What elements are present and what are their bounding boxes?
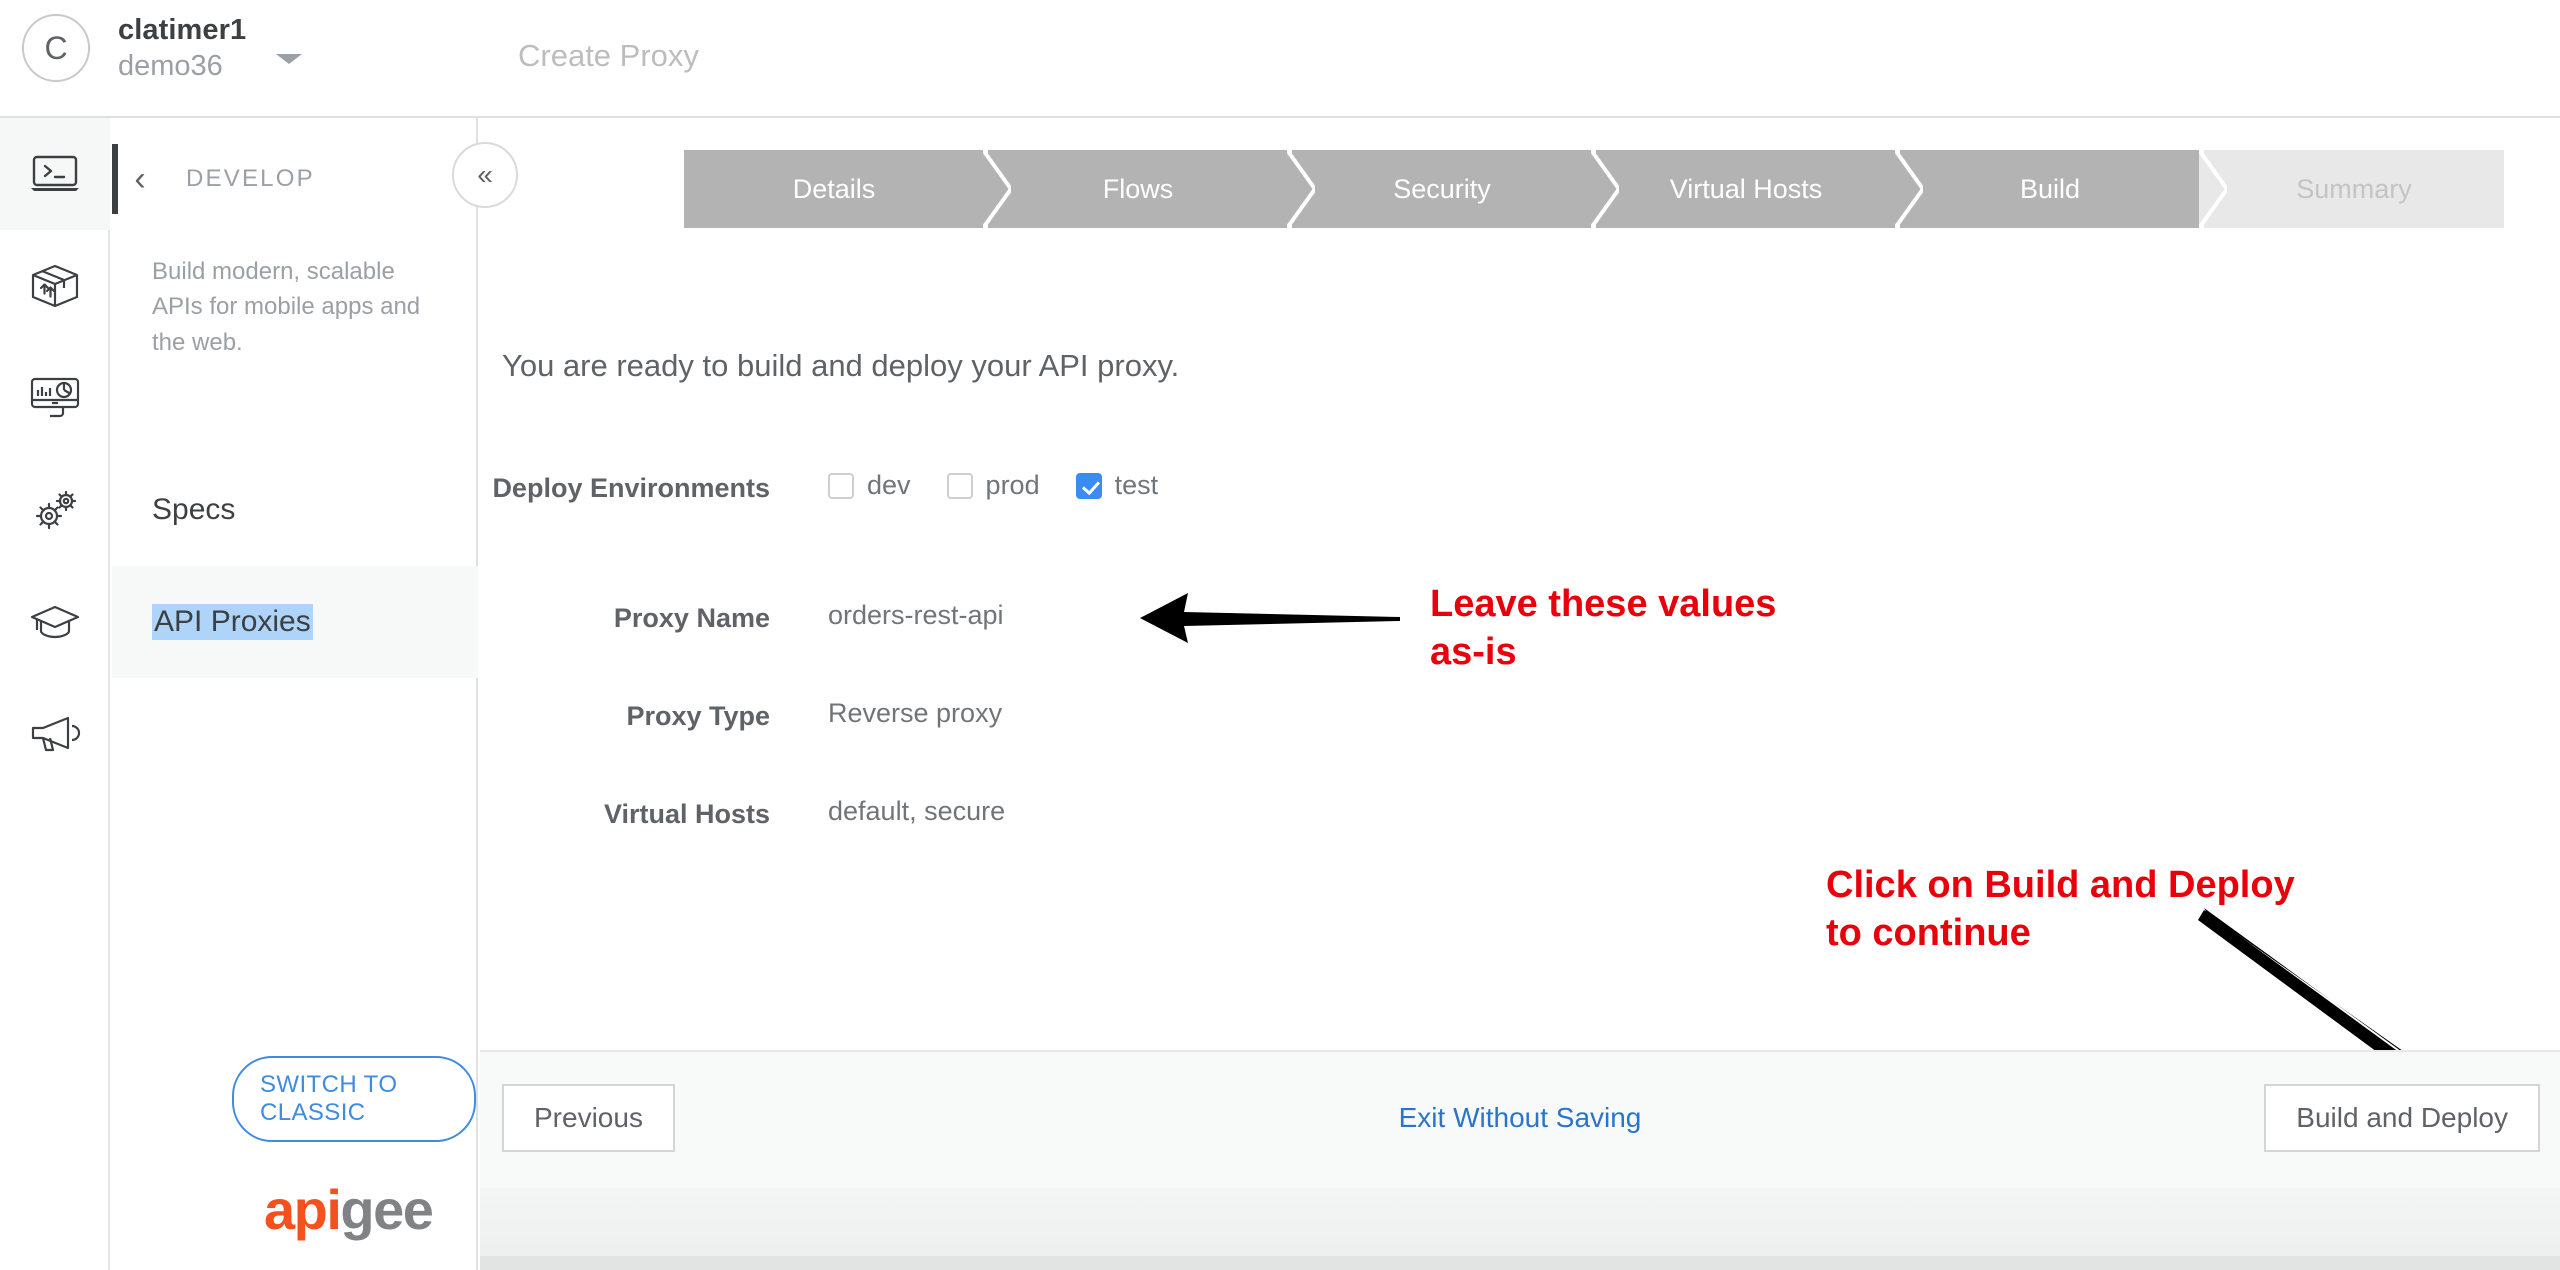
rail-item-announcements[interactable] — [0, 678, 110, 790]
username-label: clatimer1 — [118, 14, 247, 47]
rail-item-learn[interactable] — [0, 566, 110, 678]
wizard-step-label: Flows — [1102, 173, 1174, 204]
collapse-panel-button[interactable]: « — [452, 142, 518, 208]
wizard-step-label: Details — [792, 173, 876, 204]
field-label: Proxy Type — [626, 701, 770, 731]
build-and-deploy-button[interactable]: Build and Deploy — [2264, 1084, 2540, 1152]
annotation-note-1: Leave these values as-is — [1430, 580, 1776, 677]
gears-icon — [28, 486, 82, 534]
annotation-arrow-left — [1140, 593, 1400, 643]
rail-item-console[interactable] — [0, 118, 110, 230]
wizard-steps: Details Flows Security Virtual Hosts Bui… — [684, 150, 2504, 228]
field-deploy-environments: Deploy Environments dev prod test — [480, 470, 1194, 506]
checkbox-test[interactable]: test — [1075, 470, 1159, 501]
wizard-step-flows[interactable]: Flows — [988, 150, 1315, 228]
field-label: Virtual Hosts — [603, 799, 770, 829]
megaphone-icon — [28, 712, 82, 756]
field-virtual-hosts: Virtual Hosts default, secure — [480, 796, 1005, 832]
annotation-line: as-is — [1430, 631, 1517, 674]
avatar: C — [22, 14, 90, 82]
rail-item-analyze[interactable] — [0, 342, 110, 454]
checkbox-prod[interactable]: prod — [946, 470, 1040, 501]
chevron-down-icon[interactable] — [276, 54, 303, 64]
wizard-step-build[interactable]: Build — [1900, 150, 2227, 228]
avatar-initial: C — [44, 29, 68, 66]
icon-rail — [0, 118, 110, 1270]
chevron-left-icon[interactable]: ‹ — [112, 162, 168, 196]
checkbox-dev[interactable]: dev — [828, 470, 911, 501]
build-and-deploy-label: Build and Deploy — [2296, 1102, 2508, 1133]
top-bar: C clatimer1 demo36 Create Proxy — [0, 0, 2560, 118]
wizard-step-virtual-hosts[interactable]: Virtual Hosts — [1596, 150, 1923, 228]
double-chevron-left-icon: « — [477, 159, 493, 190]
annotation-line: Leave these values — [1430, 583, 1777, 625]
wizard-step-label: Build — [2019, 173, 2081, 204]
wizard-step-label: Summary — [2296, 173, 2412, 204]
org-text: clatimer1 demo36 — [118, 14, 246, 82]
checkbox-checked-icon — [1075, 472, 1102, 499]
switch-to-classic-label: SWITCH TO CLASSIC — [260, 1071, 398, 1126]
org-name-label: demo36 — [118, 49, 223, 82]
develop-description: Build modern, scalable APIs for mobile a… — [152, 258, 421, 356]
field-proxy-type: Proxy Type Reverse proxy — [480, 698, 1002, 734]
main-content: Details Flows Security Virtual Hosts Bui… — [480, 118, 2560, 1270]
sidebar-item-api-proxies[interactable]: API Proxies — [112, 566, 478, 678]
exit-link-label: Exit Without Saving — [1398, 1102, 1642, 1133]
develop-title: DEVELOP — [186, 165, 315, 192]
switch-to-classic-button[interactable]: SWITCH TO CLASSIC — [232, 1056, 476, 1142]
exit-without-saving-link[interactable]: Exit Without Saving — [1399, 1102, 1642, 1134]
rail-item-publish[interactable] — [0, 230, 110, 342]
field-value: orders-rest-api — [828, 600, 1004, 630]
rail-item-admin[interactable] — [0, 454, 110, 566]
field-value: default, secure — [828, 796, 1006, 826]
checkbox-box-icon — [946, 472, 973, 499]
apigee-logo-part1: api — [264, 1178, 342, 1241]
sidebar-item-specs[interactable]: Specs — [112, 454, 478, 566]
org-switcher[interactable]: C clatimer1 demo36 — [22, 14, 303, 82]
previous-button-label: Previous — [534, 1102, 643, 1133]
apigee-logo: apigee — [264, 1177, 434, 1242]
graduation-cap-icon — [28, 602, 82, 642]
field-label: Deploy Environments — [492, 473, 770, 503]
console-icon — [29, 154, 81, 194]
checkbox-box-icon — [828, 472, 854, 499]
wizard-step-details[interactable]: Details — [684, 150, 1011, 228]
package-icon — [29, 262, 81, 310]
checkbox-label: dev — [867, 470, 911, 500]
wizard-step-summary[interactable]: Summary — [2204, 150, 2504, 228]
wizard-intro-text: You are ready to build and deploy your A… — [502, 348, 1180, 383]
develop-header: ‹ DEVELOP — [112, 162, 478, 196]
bottom-strip — [480, 1188, 2560, 1270]
wizard-step-label: Virtual Hosts — [1669, 173, 1823, 204]
checkbox-label: prod — [985, 470, 1040, 500]
sidebar-item-label: Specs — [152, 493, 236, 526]
wizard-footer: Previous Exit Without Saving Build and D… — [480, 1050, 2560, 1188]
field-value: Reverse proxy — [828, 698, 1003, 728]
develop-panel: ‹ DEVELOP Build modern, scalable APIs fo… — [112, 118, 478, 1270]
sidebar-item-label: API Proxies — [152, 604, 313, 640]
checkbox-label: test — [1114, 470, 1159, 500]
field-label: Proxy Name — [613, 603, 770, 633]
annotation-line: Click on Build and Deploy — [1826, 864, 2295, 906]
previous-button[interactable]: Previous — [502, 1084, 675, 1152]
wizard-step-label: Security — [1393, 173, 1491, 204]
wizard-step-security[interactable]: Security — [1292, 150, 1619, 228]
analytics-monitor-icon — [28, 376, 82, 420]
checkbox-group: dev prod test — [828, 470, 1194, 501]
page-title: Create Proxy — [518, 38, 699, 73]
apigee-logo-part2: gee — [340, 1178, 434, 1241]
field-proxy-name: Proxy Name orders-rest-api — [480, 600, 1004, 636]
